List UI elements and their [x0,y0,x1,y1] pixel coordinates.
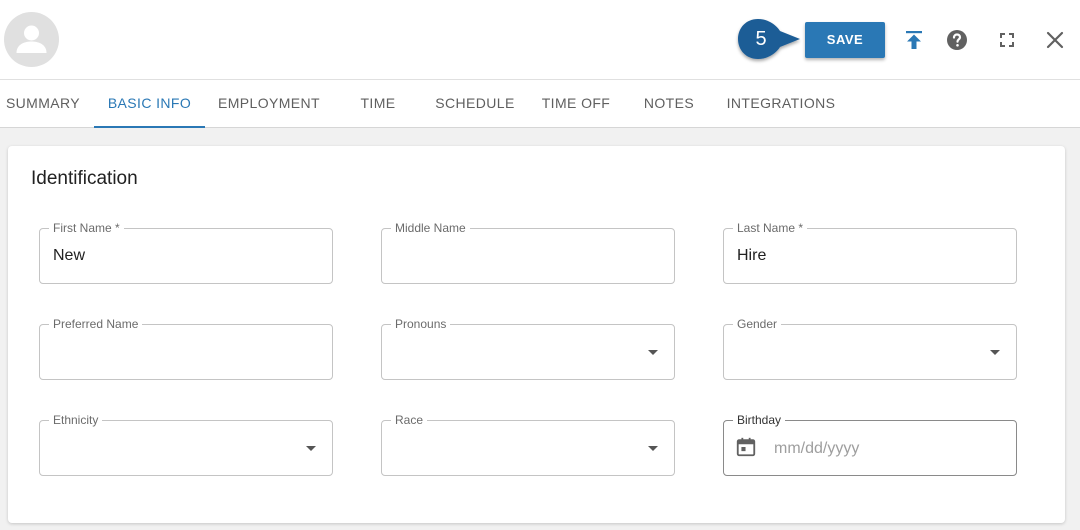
identification-card: Identification First Name * New Middle N… [8,146,1065,523]
dropdown-arrow-icon [306,446,316,451]
close-icon [1046,31,1064,49]
dropdown-arrow-icon [648,350,658,355]
tab-summary[interactable]: SUMMARY [0,80,86,128]
birthday-placeholder: mm/dd/yyyy [774,440,860,457]
ethnicity-select[interactable]: Ethnicity [39,412,333,476]
dropdown-arrow-icon [990,350,1000,355]
step-number: 5 [755,28,767,50]
race-select[interactable]: Race [381,412,675,476]
last-name-label: Last Name * [733,220,808,236]
birthday-field[interactable]: Birthday mm/dd/yyyy [723,412,1017,476]
section-title: Identification [31,168,138,189]
middle-name-label: Middle Name [391,220,470,236]
tab-integrations[interactable]: INTEGRATIONS [722,80,840,128]
help-button[interactable] [945,28,969,52]
close-button[interactable] [1043,28,1067,52]
pronouns-label: Pronouns [391,316,451,332]
first-name-value: New [53,247,86,264]
middle-name-field[interactable]: Middle Name [381,220,675,284]
tab-schedule[interactable]: SCHEDULE [430,80,520,128]
tab-time-off[interactable]: TIME OFF [536,80,616,128]
gender-select[interactable]: Gender [723,316,1017,380]
gender-label: Gender [733,316,782,332]
first-name-label: First Name * [49,220,124,236]
tab-basic-info[interactable]: BASIC INFO [94,80,205,128]
ethnicity-label: Ethnicity [49,412,103,428]
save-button[interactable]: SAVE [805,22,885,58]
person-icon [16,25,47,53]
step-badge: 5 [737,18,801,60]
race-label: Race [391,412,428,428]
dropdown-arrow-icon [648,446,658,451]
pronouns-select[interactable]: Pronouns [381,316,675,380]
tab-time[interactable]: TIME [348,80,408,128]
upload-icon [906,31,922,49]
top-bar: 5 SAVE [0,0,1080,80]
fullscreen-button[interactable] [995,28,1019,52]
last-name-value: Hire [737,247,767,264]
help-icon [947,30,967,50]
tab-employment[interactable]: EMPLOYMENT [212,80,326,128]
avatar[interactable] [4,12,59,67]
upload-button[interactable] [902,28,926,52]
fullscreen-icon [1000,33,1014,47]
birthday-label: Birthday [733,412,786,428]
preferred-name-label: Preferred Name [49,316,143,332]
preferred-name-field[interactable]: Preferred Name [39,316,333,380]
tab-notes[interactable]: NOTES [637,80,701,128]
first-name-field[interactable]: First Name * New [39,220,333,284]
tab-bar: SUMMARY BASIC INFO EMPLOYMENT TIME SCHED… [0,80,1080,128]
calendar-button[interactable] [735,436,757,458]
last-name-field[interactable]: Last Name * Hire [723,220,1017,284]
calendar-icon [736,437,756,457]
